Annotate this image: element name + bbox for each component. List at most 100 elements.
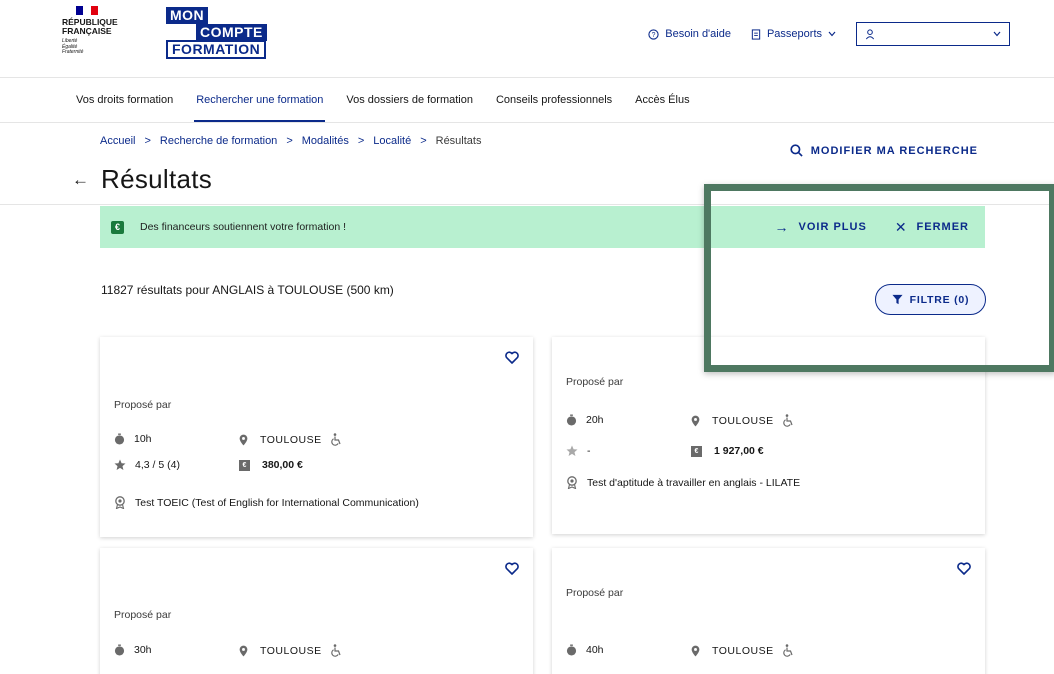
duration: 40h [566,644,604,656]
heart-icon[interactable] [957,562,971,575]
heart-icon[interactable] [505,351,519,364]
stopwatch-icon [114,644,125,656]
republique-francaise-logo[interactable]: RÉPUBLIQUE FRANÇAISE Liberté Égalité Fra… [62,6,142,66]
chevron-right-icon: > [144,135,151,147]
banner-actions: → VOIR PLUS ✕ FERMER [747,206,969,248]
euro-icon: € [691,445,702,457]
arrow-right-icon: → [774,219,790,235]
help-link[interactable]: ? Besoin d'aide [648,28,731,40]
proposed-by: Proposé par [114,609,172,621]
proposed-by: Proposé par [566,376,624,388]
breadcrumb-recherche[interactable]: Recherche de formation [160,135,277,147]
close-banner-button[interactable]: ✕ FERMER [895,219,969,236]
chevron-down-icon [993,31,1001,37]
certification: Test d'aptitude à travailler en anglais … [566,476,800,489]
question-circle-icon: ? [648,28,659,40]
modify-search-label: MODIFIER MA RECHERCHE [810,144,978,157]
passports-menu[interactable]: Passeports [751,28,836,40]
training-card[interactable]: Proposé par 10h TOULOUSE 4,3 / 5 (4) € 3… [100,337,533,537]
location: TOULOUSE [239,433,354,446]
mon-compte-formation-logo[interactable]: MON COMPTE FORMATION [166,7,267,59]
proposed-by: Proposé par [566,587,624,599]
location: TOULOUSE [239,644,354,657]
accessibility-icon [782,414,793,427]
location-pin-icon [239,434,248,445]
breadcrumb-resultats: Résultats [435,135,482,147]
star-icon [114,459,126,470]
nav-item-droits-formation[interactable]: Vos droits formation [76,79,173,122]
main-nav: Vos droits formation Rechercher une form… [0,79,1054,123]
euro-icon: € [239,459,250,471]
rating-row: 4,3 / 5 (4) [114,459,180,471]
duration: 30h [114,644,152,656]
training-card[interactable]: Proposé par 40h TOULOUSE [552,548,985,674]
stopwatch-icon [566,414,577,426]
heart-icon[interactable] [505,562,519,575]
close-label: FERMER [916,221,969,233]
banner-text: Des financeurs soutiennent votre formati… [140,221,347,233]
passports-label: Passeports [766,28,822,40]
duration: 20h [566,414,604,426]
price: € 1 927,00 € [691,445,764,457]
svg-text:?: ? [652,31,656,38]
accessibility-icon [330,433,341,446]
back-arrow-icon[interactable]: ← [72,170,89,190]
certification: Test TOEIC (Test of English for Internat… [114,496,419,509]
chevron-right-icon: > [420,135,427,147]
location-pin-icon [691,415,700,426]
see-more-button[interactable]: → VOIR PLUS [775,219,867,235]
accessibility-icon [782,644,793,657]
duration-row: 40h [566,644,604,656]
star-icon [566,445,578,456]
training-card[interactable]: Proposé par 30h TOULOUSE [100,548,533,674]
location: TOULOUSE [691,414,806,427]
page-title: Résultats [101,164,213,194]
nav-item-acces-elus[interactable]: Accès Élus [635,79,689,122]
accessibility-icon [330,644,341,657]
help-label: Besoin d'aide [665,28,731,40]
user-account-select[interactable] [856,22,1010,46]
rf-name: RÉPUBLIQUE FRANÇAISE [62,17,118,36]
duration-row: 30h [114,644,152,656]
training-card[interactable]: Proposé par 20h TOULOUSE - € 1 927,00 € … [552,337,985,534]
header-actions: ? Besoin d'aide Passeports [648,22,1010,46]
document-icon [751,28,761,40]
french-flag-icon [76,6,98,15]
duration-row: 10h [114,433,152,445]
rating-row: - [566,445,591,457]
results-count: 11827 résultats pour ANGLAIS à TOULOUSE … [101,283,394,297]
page-title-row: ← Résultats [72,164,212,195]
filter-label: FILTRE (0) [909,293,970,306]
rating: - [566,445,591,457]
location-pin-icon [239,645,248,656]
logo-word-formation: FORMATION [166,40,267,59]
proposed-by: Proposé par [114,399,172,411]
duration-row: 20h [566,414,604,426]
site-header: RÉPUBLIQUE FRANÇAISE Liberté Égalité Fra… [0,0,1054,78]
euro-icon: € [111,220,124,234]
chevron-right-icon: > [357,135,365,147]
breadcrumb-modalites[interactable]: Modalités [302,135,349,147]
logo-word-mon: MON [166,7,209,24]
nav-item-dossiers-formation[interactable]: Vos dossiers de formation [346,79,473,122]
award-icon [115,496,125,509]
breadcrumb-accueil[interactable]: Accueil [100,135,135,147]
see-more-label: VOIR PLUS [798,221,867,233]
funding-banner: € Des financeurs soutiennent votre forma… [100,206,985,248]
breadcrumb-localite[interactable]: Localité [373,135,411,147]
logo-word-compte: COMPTE [196,24,267,41]
rating: 4,3 / 5 (4) [114,459,180,471]
rf-motto: Liberté Égalité Fraternité [62,38,84,55]
certification-row: Test d'aptitude à travailler en anglais … [566,476,800,489]
duration: 10h [114,433,152,445]
divider [0,204,1054,205]
location-pin-icon [691,645,700,656]
certification-row: Test TOEIC (Test of English for Internat… [114,496,419,509]
nav-item-rechercher-formation[interactable]: Rechercher une formation [194,79,326,122]
breadcrumb: Accueil > Recherche de formation > Modal… [100,135,481,147]
filter-button[interactable]: FILTRE (0) [875,284,986,315]
price: € 380,00 € [239,459,303,471]
modify-search-button[interactable]: MODIFIER MA RECHERCHE [790,144,978,157]
stopwatch-icon [114,433,125,445]
nav-item-conseils-professionnels[interactable]: Conseils professionnels [496,79,612,122]
